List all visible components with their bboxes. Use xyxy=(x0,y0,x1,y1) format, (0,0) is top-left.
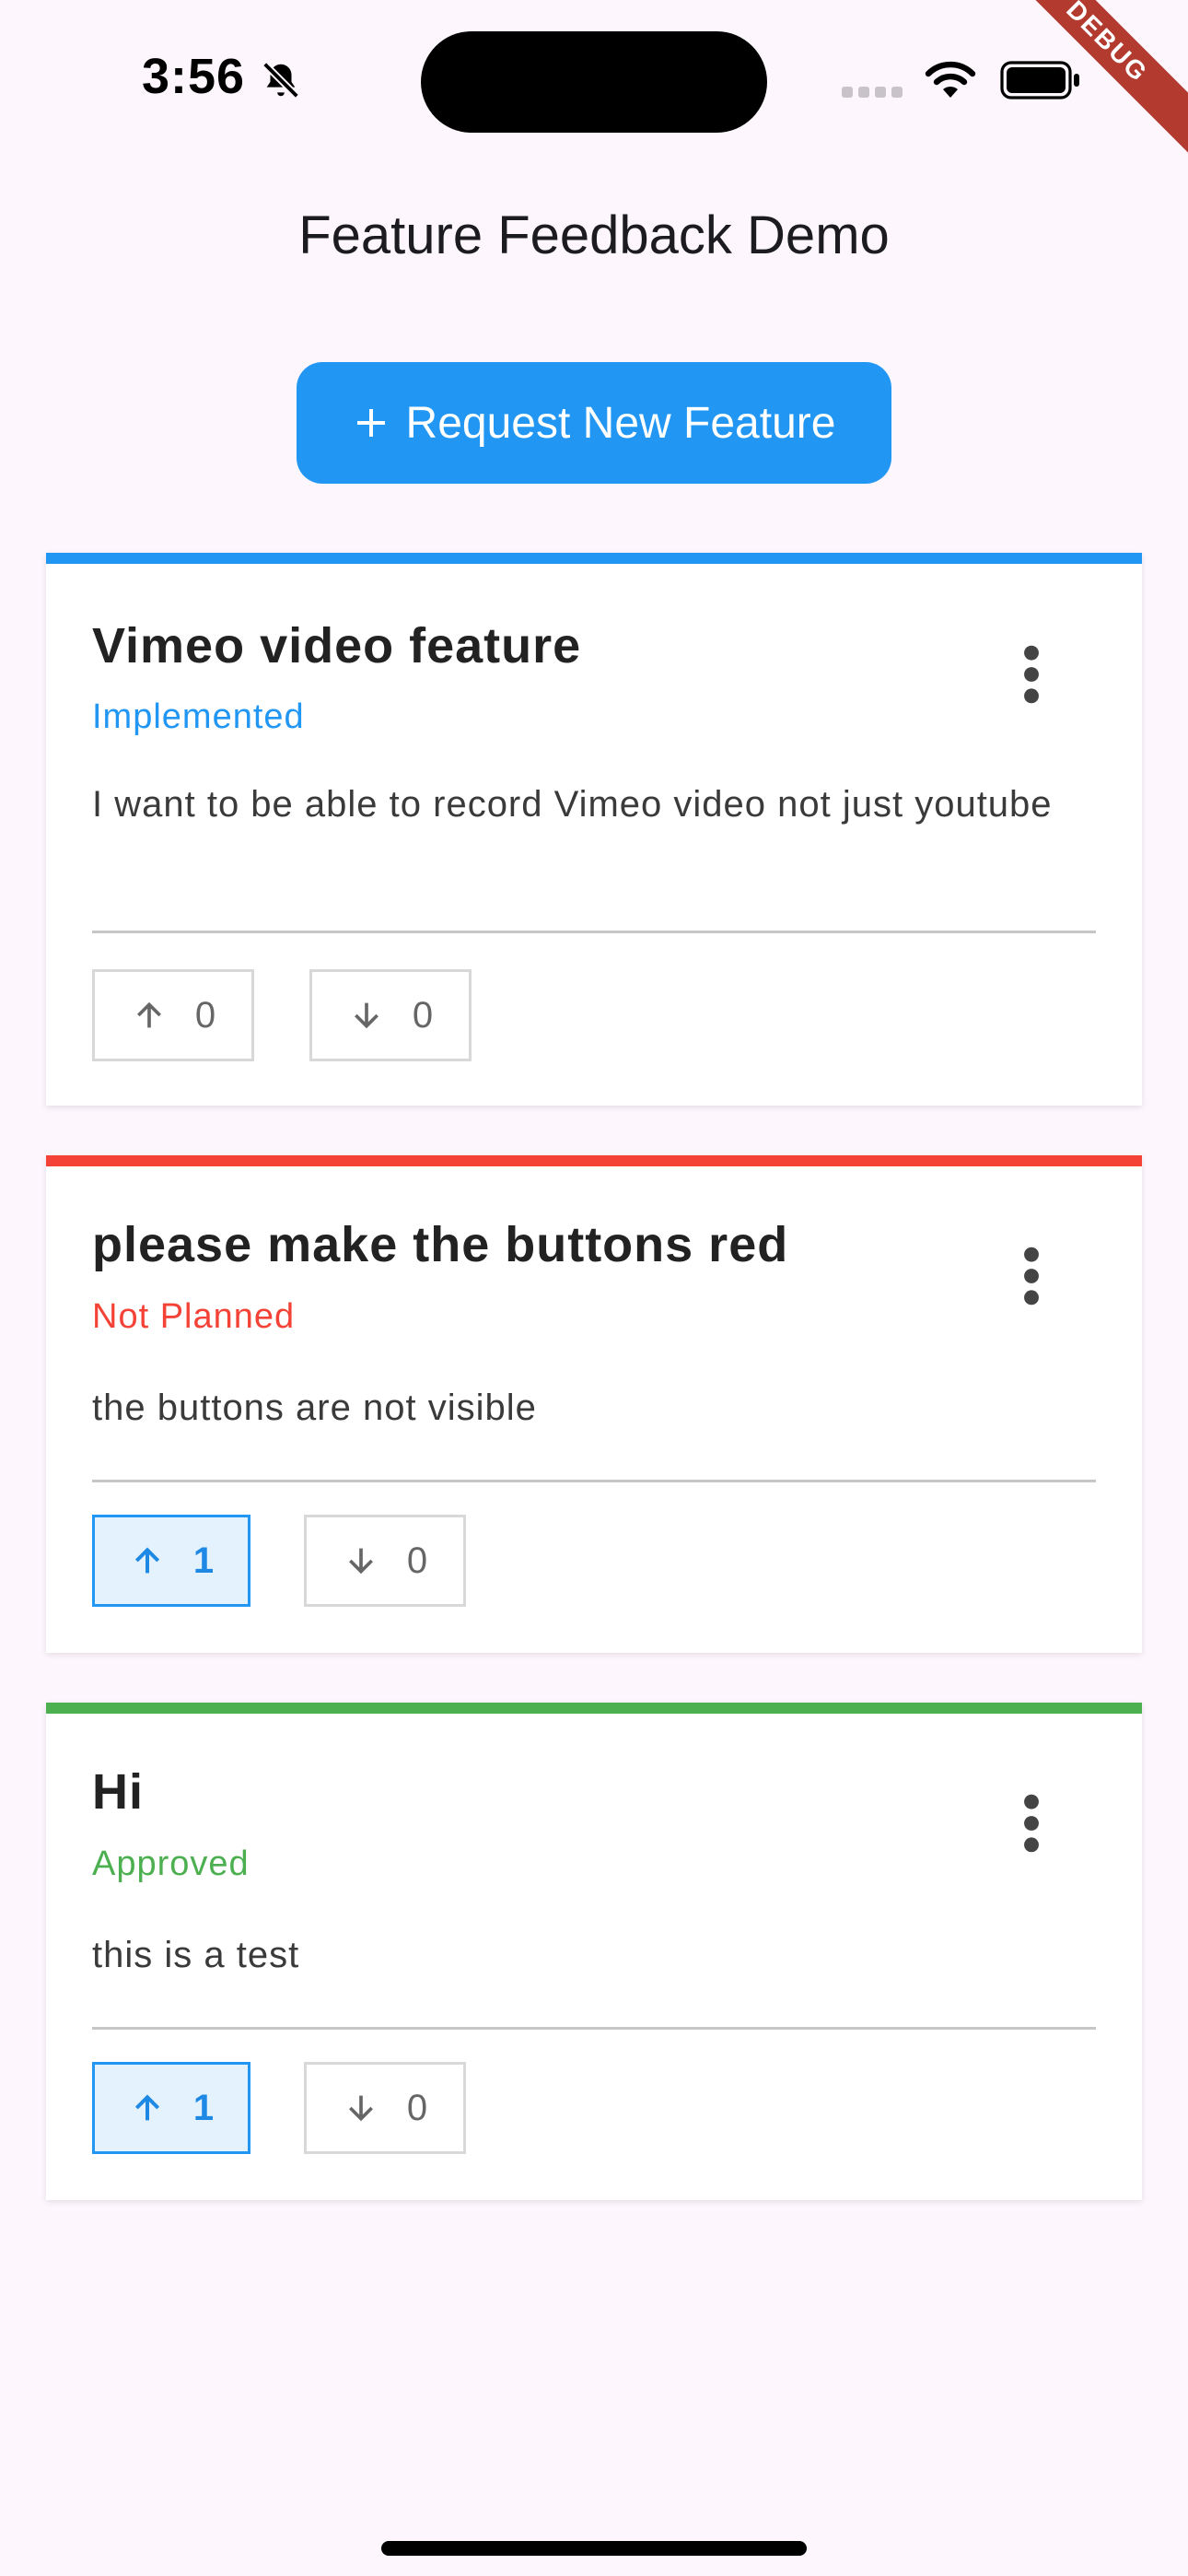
feature-title: Vimeo video feature xyxy=(92,618,582,673)
downvote-count: 0 xyxy=(406,2087,428,2128)
arrow-up-icon xyxy=(134,2094,159,2121)
upvote-count: 1 xyxy=(192,2087,215,2128)
more-options-icon[interactable] xyxy=(1013,1244,1050,1308)
upvote-button[interactable]: 1 xyxy=(92,2062,250,2154)
feature-description: I want to be able to record Vimeo video … xyxy=(92,784,1053,825)
status-color-bar xyxy=(46,1703,1142,1714)
bell-muted-icon xyxy=(262,62,299,99)
battery-icon xyxy=(1000,61,1079,100)
cellular-signal-icon xyxy=(842,87,903,98)
divider xyxy=(92,1480,1096,1482)
downvote-count: 0 xyxy=(412,994,434,1036)
downvote-button[interactable]: 0 xyxy=(304,2062,466,2154)
feature-card: Vimeo video feature Implemented I want t… xyxy=(46,553,1142,1106)
upvote-count: 1 xyxy=(192,1540,215,1581)
upvote-button[interactable]: 0 xyxy=(92,969,254,1061)
downvote-count: 0 xyxy=(406,1540,428,1581)
divider xyxy=(92,931,1096,933)
home-indicator[interactable] xyxy=(381,2541,807,2556)
arrow-down-icon xyxy=(348,2095,373,2122)
downvote-button[interactable]: 0 xyxy=(304,1515,466,1607)
request-new-feature-label: Request New Feature xyxy=(405,398,836,448)
more-options-icon[interactable] xyxy=(1013,642,1050,707)
request-new-feature-button[interactable]: Request New Feature xyxy=(297,362,891,484)
status-time: 3:56 xyxy=(142,49,246,104)
upvote-button[interactable]: 1 xyxy=(92,1515,250,1607)
arrow-down-icon xyxy=(354,1002,379,1029)
wifi-icon xyxy=(925,61,976,98)
feature-description: this is a test xyxy=(92,1935,300,1975)
feature-card: please make the buttons red Not Planned … xyxy=(46,1155,1142,1653)
feature-title: please make the buttons red xyxy=(92,1217,789,1272)
screen: 3:56 DEBUG Feature Feedback Demo Request… xyxy=(0,0,1188,2576)
more-options-icon[interactable] xyxy=(1013,1791,1050,1856)
feature-description: the buttons are not visible xyxy=(92,1388,537,1428)
status-color-bar xyxy=(46,553,1142,564)
status-badge: Implemented xyxy=(92,697,305,736)
feature-card: Hi Approved this is a test 1 0 xyxy=(46,1703,1142,2200)
arrow-up-icon xyxy=(134,1547,159,1574)
feature-title: Hi xyxy=(92,1764,144,1820)
divider xyxy=(92,2027,1096,2030)
dynamic-island xyxy=(421,31,767,133)
downvote-button[interactable]: 0 xyxy=(309,969,472,1061)
arrow-down-icon xyxy=(348,1548,373,1575)
status-badge: Approved xyxy=(92,1844,250,1883)
upvote-count: 0 xyxy=(194,994,216,1036)
plus-icon xyxy=(356,409,385,437)
page-title: Feature Feedback Demo xyxy=(298,205,890,265)
arrow-up-icon xyxy=(136,1001,161,1028)
status-color-bar xyxy=(46,1155,1142,1166)
status-badge: Not Planned xyxy=(92,1297,296,1336)
